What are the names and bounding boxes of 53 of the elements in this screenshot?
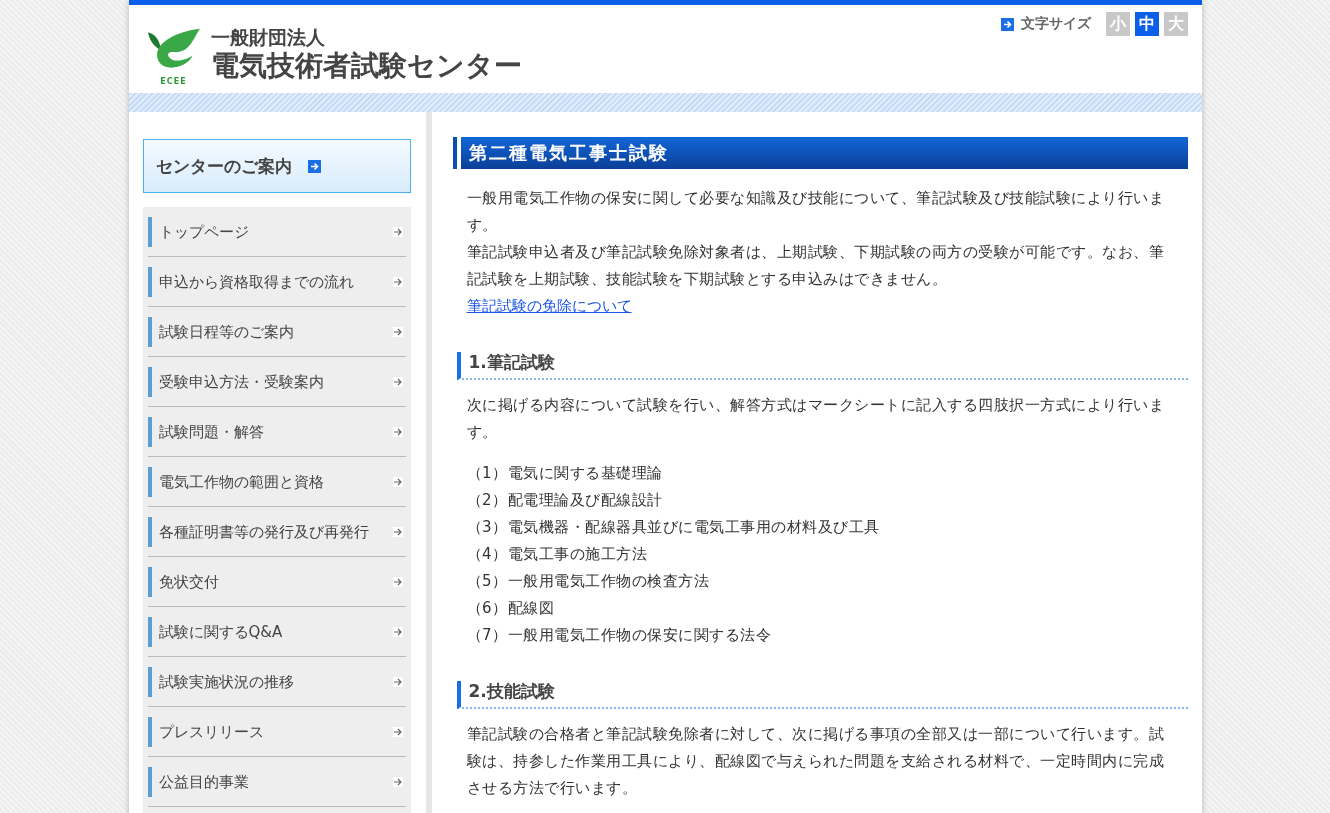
sidebar-item[interactable]: 受験申込方法・受験案内 xyxy=(147,357,406,407)
section-heading: 2.技能試験 xyxy=(456,681,1188,709)
sidebar-item[interactable]: 試験に関するQ&A xyxy=(147,607,406,657)
list-number: （6） xyxy=(466,598,508,619)
list-number: （4） xyxy=(466,544,508,565)
arrow-icon xyxy=(392,276,403,287)
sidebar-item[interactable]: 電気工作物の範囲と資格 xyxy=(147,457,406,507)
list-item-text: 電気に関する基礎理論 xyxy=(507,463,663,484)
arrow-icon xyxy=(392,326,403,337)
list-item-text: 電気機器・配線器具並びに電気工事用の材料及び工具 xyxy=(507,517,880,538)
intro-paragraph: 筆記試験申込者及び筆記試験免除対象者は、上期試験、下期試験の両方の受験が可能です。なお、筆記試験を上期試験、技能試験を下期試験とする申込みはできません。 xyxy=(466,242,1165,290)
org-name: 電気技術者試験センター xyxy=(210,49,522,83)
sidebar-item[interactable]: 公益目的事業 xyxy=(147,757,406,807)
list-item-text: 配線図 xyxy=(507,598,555,619)
sidebar-item[interactable]: 各種証明書等の発行及び再発行 xyxy=(147,507,406,557)
sidebar-item[interactable]: 免状交付 xyxy=(147,557,406,607)
arrow-icon xyxy=(1000,17,1014,31)
sidebar-item[interactable]: 試験日程等のご案内 xyxy=(147,307,406,357)
list-item-text: 一般用電気工作物の検査方法 xyxy=(507,571,710,592)
section-paragraph: 次に掲げる内容について試験を行い、解答方式はマークシートに記入する四肢択一方式により行います。 xyxy=(466,395,1165,443)
sidebar-item[interactable]: 申込から資格取得までの流れ xyxy=(147,257,406,307)
arrow-icon xyxy=(307,159,321,173)
exemption-link[interactable]: 筆記試験の免除について xyxy=(466,297,632,315)
list-number: （3） xyxy=(466,517,508,538)
list-number: （2） xyxy=(466,490,508,511)
arrow-icon xyxy=(392,576,403,587)
font-size-label: 文字サイズ xyxy=(1020,15,1091,33)
org-type: 一般財団法人 xyxy=(210,25,326,49)
arrow-icon xyxy=(392,726,403,737)
arrow-icon xyxy=(392,226,403,237)
arrow-icon xyxy=(392,676,403,687)
center-guide-button[interactable]: センターのご案内 xyxy=(142,139,411,193)
list-item-text: 一般用電気工作物の保安に関する法令 xyxy=(507,625,772,646)
list-item-text: 配電理論及び配線設計 xyxy=(507,490,663,511)
sidebar-item[interactable]: 試験問題・解答 xyxy=(147,407,406,457)
list-number: （7） xyxy=(466,625,508,646)
arrow-icon xyxy=(392,426,403,437)
section-heading: 1.筆記試験 xyxy=(456,352,1188,380)
arrow-icon xyxy=(392,526,403,537)
font-size-button[interactable]: 中 xyxy=(1134,12,1159,36)
sidebar-item[interactable]: 試験実施状況の推移 xyxy=(147,657,406,707)
arrow-icon xyxy=(392,626,403,637)
sidebar-item[interactable]: トップページ xyxy=(147,207,406,257)
arrow-icon xyxy=(392,376,403,387)
list-number: （5） xyxy=(466,571,508,592)
arrow-icon xyxy=(392,476,403,487)
logo-text: ECEE xyxy=(160,77,187,87)
list-number: （1） xyxy=(466,463,508,484)
sidebar-item[interactable]: プレスリリース xyxy=(147,707,406,757)
arrow-icon xyxy=(392,776,403,787)
intro-paragraph: 一般用電気工作物の保安に関して必要な知識及び技能について、筆記試験及び技能試験により行います。 xyxy=(466,188,1165,236)
list-item-text: 電気工事の施工方法 xyxy=(507,544,648,565)
section-paragraph: 筆記試験の合格者と筆記試験免除者に対して、次に掲げる事項の全部又は一部について行います。試験は、持参した作業用工具により、配線図で与えられた問題を支給される材料で、一定時間内に完成させる方法で行います。 xyxy=(466,724,1165,799)
